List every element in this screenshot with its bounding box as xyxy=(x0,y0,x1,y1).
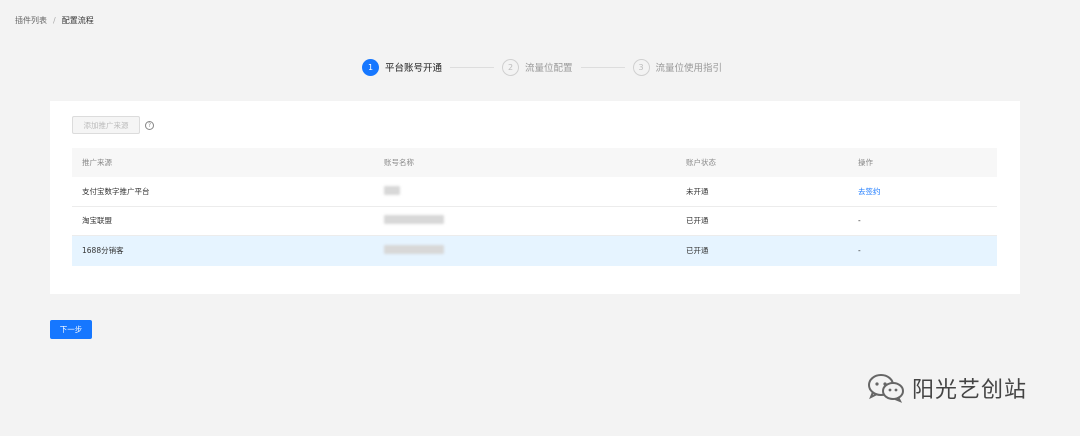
row-status: 已开通 xyxy=(686,216,709,226)
main-panel: 添加推广来源 ? 推广来源 账号名称 账户状态 操作 支付宝数字推广平台 未开通… xyxy=(50,101,1020,294)
breadcrumb-separator: / xyxy=(53,16,56,25)
help-icon[interactable]: ? xyxy=(145,121,154,130)
breadcrumb-current: 配置流程 xyxy=(61,16,94,25)
redacted-account-name xyxy=(384,185,400,195)
row-account xyxy=(374,215,676,226)
step-1-number: 1 xyxy=(362,58,379,76)
step-connector xyxy=(450,66,495,68)
add-source-button[interactable]: 添加推广来源 xyxy=(72,116,140,134)
step-3: 3 流量位使用指引 xyxy=(632,58,723,76)
row-status: 已开通 xyxy=(686,246,709,256)
row-source: 支付宝数字推广平台 xyxy=(82,186,150,196)
row-source: 1688分销客 xyxy=(82,246,124,256)
breadcrumb-plugin-list[interactable]: 插件列表 xyxy=(15,15,47,26)
row-account xyxy=(374,185,676,197)
source-table: 推广来源 账号名称 账户状态 操作 支付宝数字推广平台 未开通 去签约 淘宝联盟… xyxy=(72,148,997,266)
next-step-button[interactable]: 下一步 xyxy=(50,320,92,339)
watermark: 阳光艺创站 xyxy=(866,372,1027,404)
table-header: 推广来源 账号名称 账户状态 操作 xyxy=(72,148,997,177)
row-action: - xyxy=(858,216,861,226)
step-connector xyxy=(580,66,625,68)
breadcrumb: 插件列表 / 配置流程 xyxy=(15,15,94,26)
column-header-status: 账户状态 xyxy=(686,158,716,167)
step-3-number: 3 xyxy=(632,58,650,76)
step-1: 1 平台账号开通 xyxy=(362,58,443,76)
column-header-source: 推广来源 xyxy=(82,158,112,167)
step-2-number: 2 xyxy=(502,58,520,76)
step-2: 2 流量位配置 xyxy=(502,58,573,76)
redacted-account-name xyxy=(384,245,444,255)
column-header-account: 账号名称 xyxy=(384,158,414,167)
redacted-account-name xyxy=(384,215,444,225)
column-header-action: 操作 xyxy=(858,158,873,167)
row-source: 淘宝联盟 xyxy=(82,216,112,226)
table-row: 1688分销客 已开通 - xyxy=(72,236,997,266)
step-3-label: 流量位使用指引 xyxy=(655,63,723,74)
wechat-icon xyxy=(866,373,906,403)
step-1-label: 平台账号开通 xyxy=(385,63,443,74)
step-2-label: 流量位配置 xyxy=(525,63,573,74)
steps-progress: 1 平台账号开通 2 流量位配置 3 流量位使用指引 xyxy=(362,58,722,76)
watermark-text: 阳光艺创站 xyxy=(912,378,1028,403)
table-row: 支付宝数字推广平台 未开通 去签约 xyxy=(72,177,997,207)
row-status: 未开通 xyxy=(686,186,709,196)
row-account xyxy=(374,245,676,256)
sign-contract-link[interactable]: 去签约 xyxy=(848,186,997,197)
table-row: 淘宝联盟 已开通 - xyxy=(72,207,997,236)
row-action: - xyxy=(858,246,861,256)
